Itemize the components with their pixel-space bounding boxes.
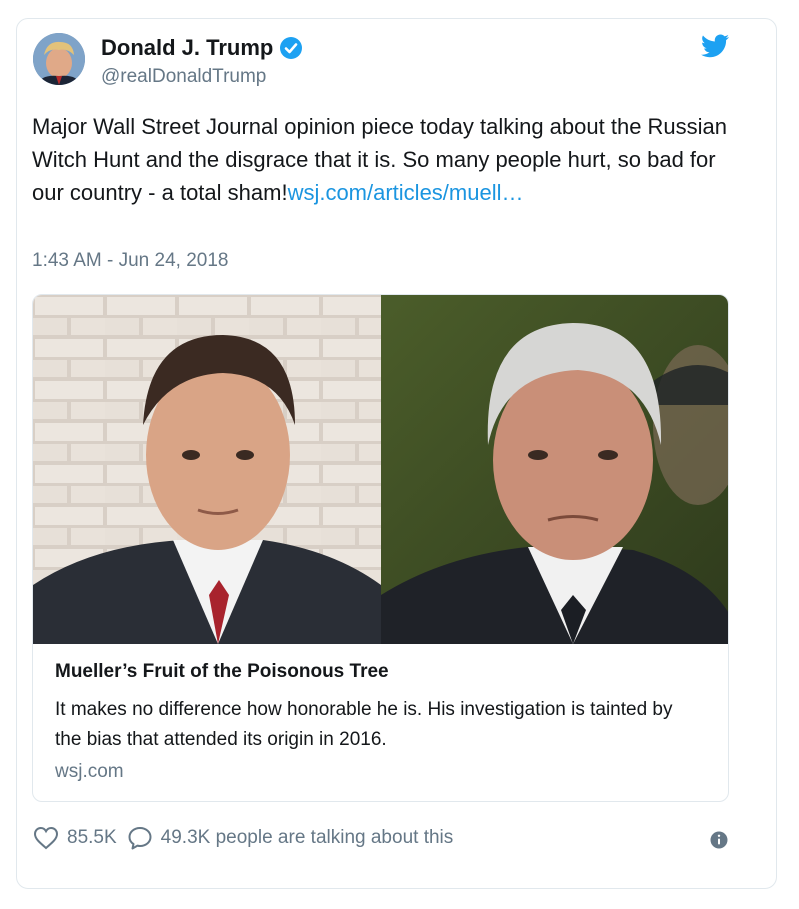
card-description: It makes no difference how honorable he …: [55, 699, 673, 750]
author-name[interactable]: Donald J. Trump: [101, 35, 273, 61]
heart-icon[interactable]: [33, 826, 59, 850]
verified-badge-icon: [280, 37, 303, 59]
comment-bubble-icon[interactable]: [127, 826, 153, 850]
twitter-bird-icon[interactable]: [701, 34, 729, 58]
info-icon[interactable]: [710, 831, 728, 849]
card-title[interactable]: Mueller’s Fruit of the Poisonous Tree: [55, 661, 389, 683]
tweet-actions: 85.5K 49.3K people are talking about thi…: [33, 826, 453, 850]
tweet-timestamp[interactable]: 1:43 AM - Jun 24, 2018: [32, 250, 228, 272]
author-handle[interactable]: @realDonaldTrump: [101, 66, 266, 88]
reply-count[interactable]: 49.3K people are talking about this: [161, 827, 454, 849]
tweet-text: Major Wall Street Journal opinion piece …: [32, 110, 732, 209]
tweet-link[interactable]: wsj.com/articles/muell…: [288, 180, 524, 205]
avatar[interactable]: [33, 33, 85, 85]
card-image: [33, 295, 728, 644]
card-domain: wsj.com: [55, 761, 124, 782]
like-count[interactable]: 85.5K: [67, 827, 117, 849]
link-preview-card[interactable]: Mueller’s Fruit of the Poisonous Tree It…: [32, 294, 729, 802]
